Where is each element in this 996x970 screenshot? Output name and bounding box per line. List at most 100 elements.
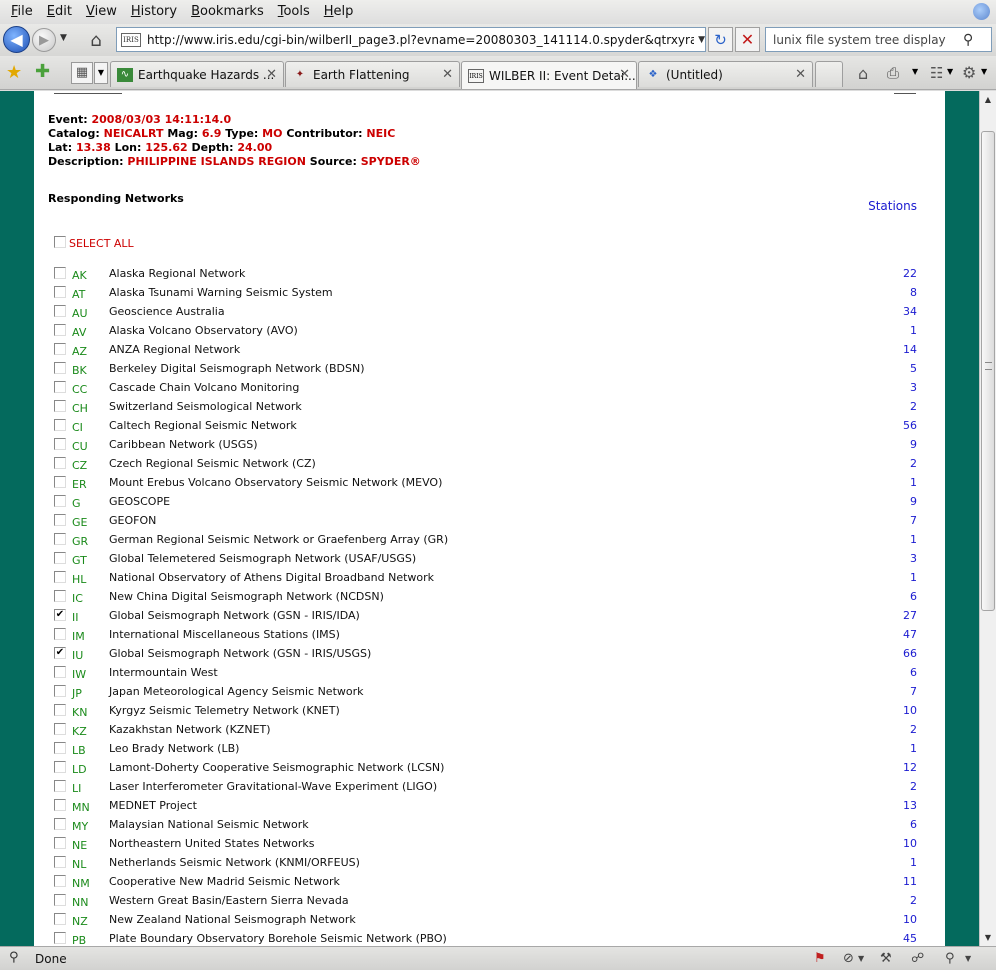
page-icon[interactable]: ☷ [930,64,943,82]
station-count-link[interactable]: 1 [910,856,917,869]
station-count-link[interactable]: 66 [903,647,917,660]
security-icon[interactable]: ☍ [911,951,924,966]
search-icon[interactable]: ⚲ [9,950,19,965]
station-count-link[interactable]: 12 [903,761,917,774]
network-checkbox[interactable] [54,267,66,279]
network-checkbox[interactable] [54,704,66,716]
network-checkbox[interactable] [54,932,66,944]
close-tab-icon[interactable]: ✕ [619,67,630,82]
scroll-thumb[interactable] [981,131,995,611]
url-bar[interactable]: IRIS http://www.iris.edu/cgi-bin/wilberI… [116,27,706,52]
network-checkbox[interactable] [54,590,66,602]
station-count-link[interactable]: 14 [903,343,917,356]
network-checkbox[interactable] [54,799,66,811]
home-icon[interactable]: ⌂ [858,64,868,83]
select-all-checkbox[interactable] [54,235,66,248]
search-bar[interactable]: lunix file system tree display ⚲ [765,27,992,52]
network-checkbox[interactable] [54,666,66,678]
bookmark-star-icon[interactable]: ★ [6,62,22,83]
close-tab-icon[interactable]: ✕ [795,67,806,82]
network-checkbox[interactable] [54,685,66,697]
menu-bookmarks[interactable]: Bookmarks [184,0,271,24]
network-checkbox[interactable] [54,875,66,887]
tab-earth-flattening[interactable]: ✦ Earth Flattening ✕ [285,61,460,87]
network-checkbox[interactable] [54,362,66,374]
network-checkbox[interactable] [54,571,66,583]
station-count-link[interactable]: 1 [910,324,917,337]
select-all-control[interactable]: SELECT ALL [54,233,134,250]
new-tab-button[interactable] [815,61,843,87]
tab-list-dropdown-button[interactable]: ▼ [94,62,108,84]
network-checkbox[interactable] [54,476,66,488]
station-count-link[interactable]: 2 [910,400,917,413]
station-count-link[interactable]: 3 [910,552,917,565]
station-count-link[interactable]: 9 [910,438,917,451]
menu-file[interactable]: File [4,0,40,24]
network-checkbox[interactable] [54,837,66,849]
network-checkbox[interactable] [54,552,66,564]
menu-tools[interactable]: Tools [271,0,317,24]
station-count-link[interactable]: 6 [910,818,917,831]
popup-dropdown-button[interactable]: ▼ [858,954,864,963]
station-count-link[interactable]: 7 [910,514,917,527]
station-count-link[interactable]: 1 [910,533,917,546]
home-button[interactable]: ⌂ [84,28,108,52]
zoom-dropdown-button[interactable]: ▼ [965,954,971,963]
station-count-link[interactable]: 22 [903,267,917,280]
station-count-link[interactable]: 8 [910,286,917,299]
tab-earthquake-hazards[interactable]: ∿ Earthquake Hazards ... ✕ [110,61,284,87]
station-count-link[interactable]: 13 [903,799,917,812]
back-button[interactable]: ◀ [3,26,30,53]
search-icon[interactable]: ⚲ [963,32,973,48]
network-checkbox[interactable] [54,723,66,735]
menu-view[interactable]: View [79,0,124,24]
tools-dropdown-button[interactable]: ▼ [981,67,987,76]
tab-wilber-event-details[interactable]: IRIS WILBER II: Event Detai... ✕ [461,61,637,89]
station-count-link[interactable]: 6 [910,666,917,679]
network-checkbox[interactable] [54,913,66,925]
station-count-link[interactable]: 45 [903,932,917,945]
station-count-link[interactable]: 10 [903,704,917,717]
close-tab-icon[interactable]: ✕ [266,67,277,82]
reload-button[interactable]: ↻ [708,27,733,52]
network-checkbox[interactable] [54,286,66,298]
print-icon[interactable]: ⎙ [887,64,899,82]
network-checkbox[interactable] [54,400,66,412]
station-count-link[interactable]: 2 [910,780,917,793]
station-count-link[interactable]: 7 [910,685,917,698]
menu-edit[interactable]: Edit [40,0,79,24]
station-count-link[interactable]: 2 [910,894,917,907]
flag-icon[interactable]: ⚑ [814,951,826,966]
add-bookmark-icon[interactable]: ✚ [35,61,50,82]
close-tab-icon[interactable]: ✕ [442,67,453,82]
network-checkbox[interactable] [54,533,66,545]
network-checkbox[interactable] [54,438,66,450]
network-checkbox[interactable] [54,514,66,526]
tab-overview-icon[interactable]: ▦ [71,62,93,84]
scroll-down-button[interactable]: ▼ [980,929,996,946]
vertical-scrollbar[interactable]: ▲ ▼ [979,91,996,946]
url-input[interactable]: http://www.iris.edu/cgi-bin/wilberII_pag… [147,33,694,47]
wrench-icon[interactable]: ⚒ [880,951,892,966]
station-count-link[interactable]: 11 [903,875,917,888]
network-checkbox[interactable] [54,381,66,393]
network-checkbox[interactable] [54,495,66,507]
station-count-link[interactable]: 34 [903,305,917,318]
station-count-link[interactable]: 47 [903,628,917,641]
station-count-link[interactable]: 6 [910,590,917,603]
network-checkbox[interactable] [54,742,66,754]
station-count-link[interactable]: 27 [903,609,917,622]
network-checkbox[interactable] [54,343,66,355]
scroll-up-button[interactable]: ▲ [980,91,996,108]
network-checkbox[interactable] [54,761,66,773]
station-count-link[interactable]: 1 [910,476,917,489]
url-dropdown-button[interactable]: ▼ [698,35,705,45]
network-checkbox[interactable] [54,780,66,792]
network-checkbox[interactable] [54,457,66,469]
network-checkbox[interactable]: ✔ [54,609,66,621]
station-count-link[interactable]: 1 [910,742,917,755]
station-count-link[interactable]: 10 [903,837,917,850]
zoom-icon[interactable]: ⚲ [945,951,955,966]
menu-help[interactable]: Help [317,0,361,24]
tab-untitled[interactable]: ❖ (Untitled) ✕ [638,61,813,87]
